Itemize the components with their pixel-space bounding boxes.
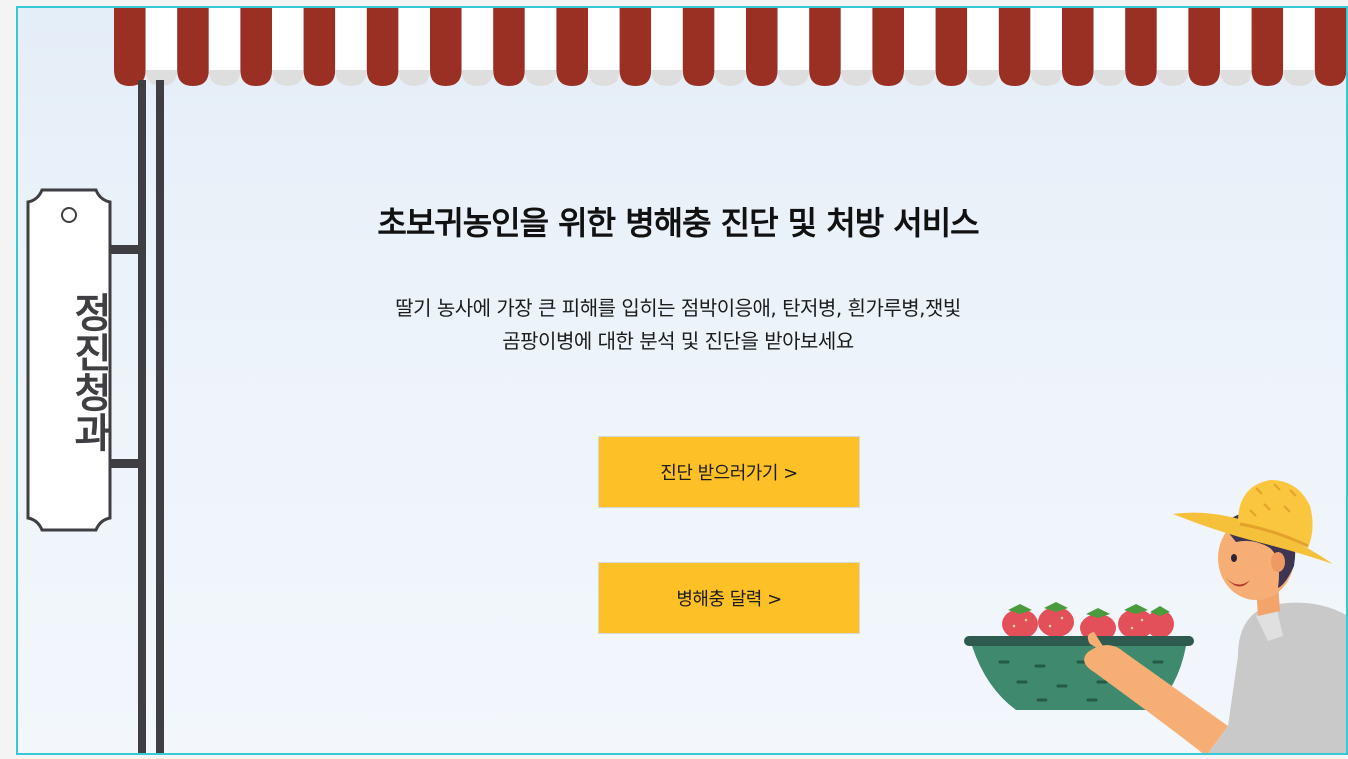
service-description: 딸기 농사에 가장 큰 피해를 입히는 점박이응애, 탄저병, 흰가루병,잿빛 … (348, 292, 1008, 358)
sign-pole-left (138, 80, 146, 753)
sign-pole-right (156, 80, 164, 753)
main-banner: 정진청과 초보귀농인을 위한 병해충 진단 및 처방 서비스 딸기 농사에 가장… (16, 6, 1348, 755)
description-line-1: 딸기 농사에 가장 큰 피해를 입히는 점박이응애, 탄저병, 흰가루병,잿빛 (395, 296, 961, 320)
page-title: 초보귀농인을 위한 병해충 진단 및 처방 서비스 (377, 204, 979, 242)
shop-name: 정진청과 (66, 292, 112, 452)
striped-awning-icon (114, 8, 1346, 86)
sign-arm-bottom (110, 459, 142, 468)
farmer-illustration-icon (964, 480, 1346, 753)
sign-arm-top (110, 245, 142, 254)
description-line-2: 곰팡이병에 대한 분석 및 진단을 받아보세요 (502, 329, 854, 353)
diagnosis-button[interactable]: 진단 받으러가기 > (598, 436, 860, 508)
pest-calendar-button[interactable]: 병해충 달력 > (598, 562, 860, 634)
